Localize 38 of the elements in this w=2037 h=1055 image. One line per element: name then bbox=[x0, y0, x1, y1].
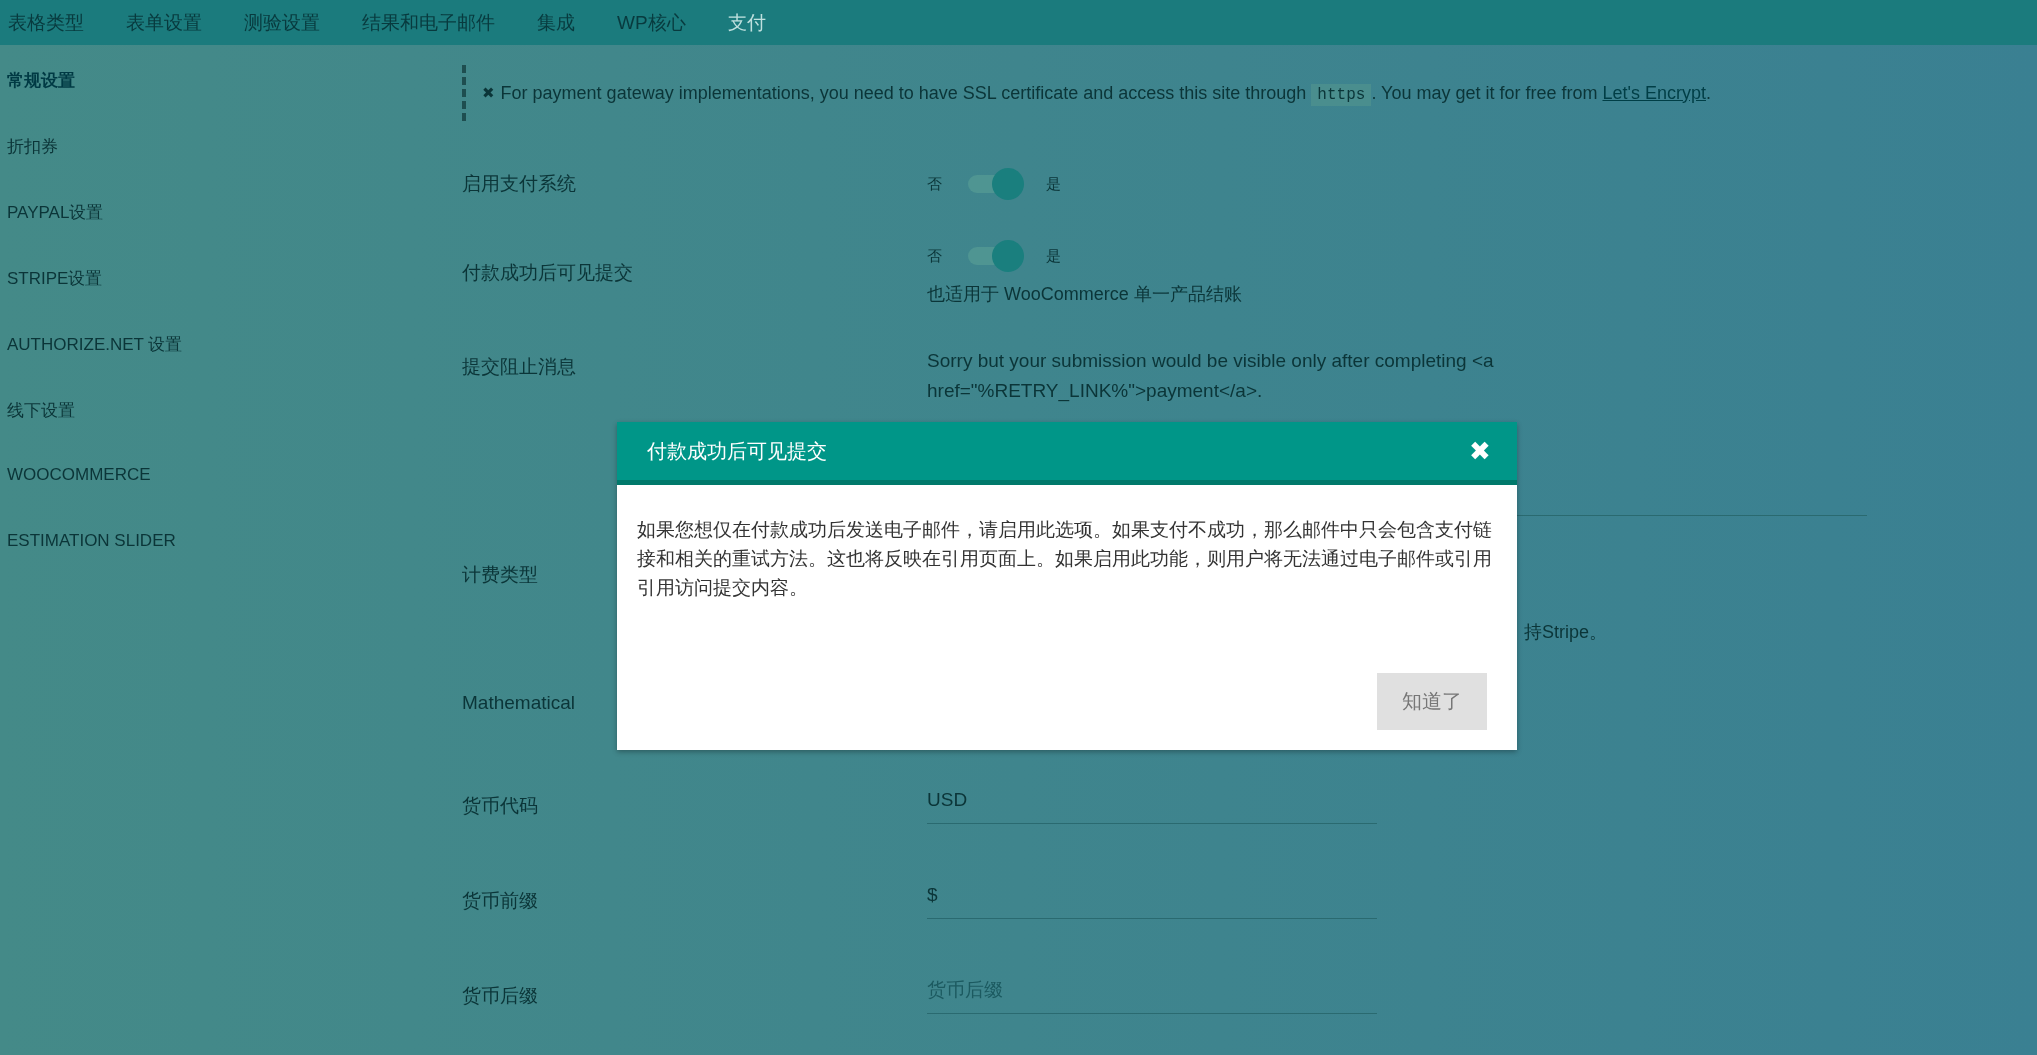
setting-label: 启用支付系统 bbox=[462, 172, 576, 196]
nav-tab[interactable]: 测验设置 bbox=[244, 9, 320, 36]
setting-label: 提交阻止消息 bbox=[462, 355, 576, 379]
sidebar-item[interactable]: 线下设置 bbox=[0, 399, 462, 465]
nav-tab[interactable]: 表格类型 bbox=[8, 9, 84, 36]
setting-label: 计费类型 bbox=[462, 563, 538, 587]
help-text: 也适用于 WooCommerce 单一产品结账 bbox=[927, 283, 1243, 306]
setting-label: 货币后缀 bbox=[462, 984, 538, 1008]
nav-tab[interactable]: 结果和电子邮件 bbox=[362, 9, 495, 36]
sidebar-item[interactable]: PAYPAL设置 bbox=[0, 201, 462, 267]
on-label: 是 bbox=[1046, 246, 1061, 266]
text-field[interactable]: USD bbox=[927, 783, 1377, 824]
text-field[interactable]: $ bbox=[927, 878, 1377, 919]
dialog-title: 付款成功后可见提交 bbox=[647, 438, 827, 464]
billing-note: 持Stripe。 bbox=[1524, 621, 1609, 644]
sidebar-item[interactable]: WOOCOMMERCE bbox=[0, 465, 462, 531]
notice-text: For payment gateway implementations, you need to have SSL certificate and access this site through https . You may get it for free from Let's Encrypt. bbox=[500, 82, 1711, 104]
dialog-text: 如果您想仅在付款成功后发送电子邮件，请启用此选项。如果支付不成功，那么邮件中只会包含支付链接和相关的重试方法。这也将反映在引用页面上。如果启用此功能，则用户将无法通过电子邮件或引用引用访问提交内容。 bbox=[636, 517, 1493, 600]
link[interactable]: Let's Encrypt bbox=[1602, 82, 1706, 103]
nav-tab[interactable]: WP核心 bbox=[617, 9, 686, 36]
setting-label: 付款成功后可见提交 bbox=[462, 261, 633, 285]
sidebar-item[interactable]: ESTIMATION SLIDER bbox=[0, 531, 462, 597]
setting-label: 货币代码 bbox=[462, 794, 538, 818]
on-label: 是 bbox=[1046, 174, 1061, 194]
sidebar-item[interactable]: 常规设置 bbox=[0, 69, 462, 135]
setting-label: 货币前缀 bbox=[462, 889, 538, 913]
close-icon[interactable]: ✖ bbox=[482, 84, 495, 102]
off-label: 否 bbox=[927, 246, 942, 266]
off-label: 否 bbox=[927, 174, 942, 194]
nav-tab[interactable]: 表单设置 bbox=[126, 9, 202, 36]
nav-tab[interactable]: 集成 bbox=[537, 9, 575, 36]
setting-label: Mathematical bbox=[462, 692, 575, 714]
sidebar-item[interactable]: STRIPE设置 bbox=[0, 267, 462, 333]
sidebar-item[interactable]: 折扣券 bbox=[0, 135, 462, 201]
ok-button[interactable]: 知道了 bbox=[1377, 673, 1487, 730]
close-button[interactable]: ✖ bbox=[1469, 435, 1491, 467]
nav-tab[interactable]: 支付 bbox=[727, 9, 766, 36]
sidebar-item[interactable]: AUTHORIZE.NET 设置 bbox=[0, 333, 462, 399]
